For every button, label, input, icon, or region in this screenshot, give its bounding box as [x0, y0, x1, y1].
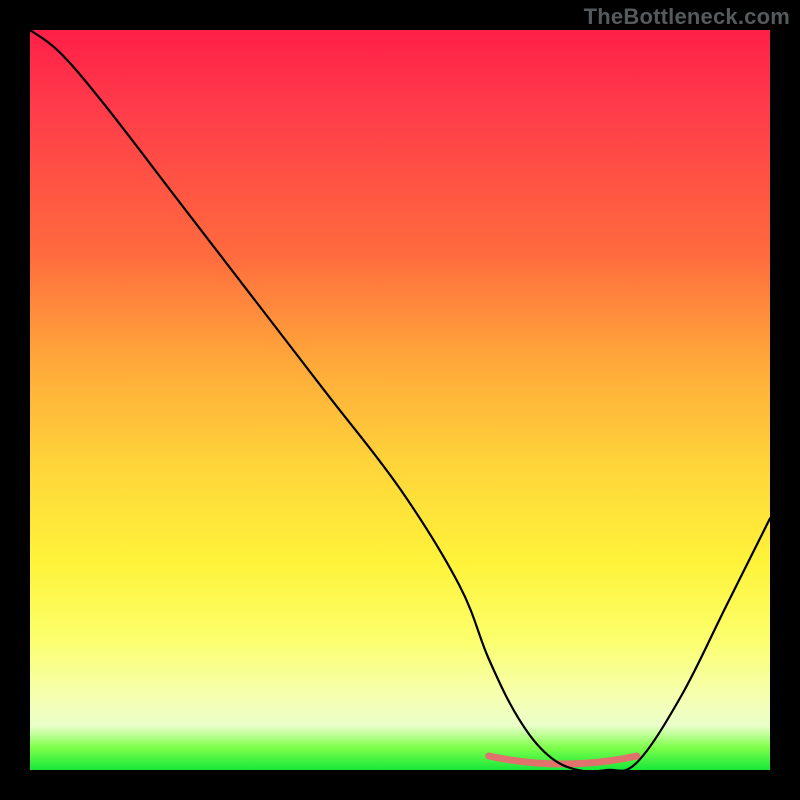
chart-plot-area [30, 30, 770, 770]
chart-frame: TheBottleneck.com [0, 0, 800, 800]
watermark-text: TheBottleneck.com [584, 4, 790, 30]
bottleneck-curve [30, 30, 770, 772]
chart-svg [30, 30, 770, 770]
curve-highlight-flat-segment [489, 756, 637, 764]
